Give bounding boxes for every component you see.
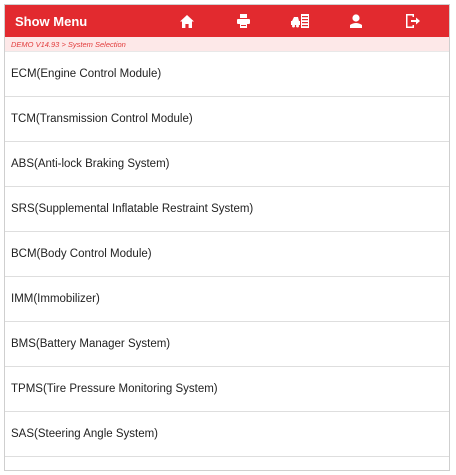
list-item-tcm[interactable]: TCM(Transmission Control Module)	[5, 97, 449, 142]
exit-icon[interactable]	[393, 5, 433, 37]
top-toolbar: Show Menu	[5, 5, 449, 37]
list-item-tpms[interactable]: TPMS(Tire Pressure Monitoring System)	[5, 367, 449, 412]
home-icon[interactable]	[167, 5, 207, 37]
list-item-imm[interactable]: IMM(Immobilizer)	[5, 277, 449, 322]
app-frame: Show Menu DEMO V14.93 > System Selection…	[4, 4, 450, 471]
vehicle-info-icon[interactable]	[280, 5, 320, 37]
list-item-bcm[interactable]: BCM(Body Control Module)	[5, 232, 449, 277]
list-item-srs[interactable]: SRS(Supplemental Inflatable Restraint Sy…	[5, 187, 449, 232]
list-item-abs[interactable]: ABS(Anti-lock Braking System)	[5, 142, 449, 187]
toolbar-icons	[159, 5, 449, 37]
list-item-sas[interactable]: SAS(Steering Angle System)	[5, 412, 449, 457]
user-icon[interactable]	[336, 5, 376, 37]
breadcrumb: DEMO V14.93 > System Selection	[5, 37, 449, 52]
list-item-ecm[interactable]: ECM(Engine Control Module)	[5, 52, 449, 97]
show-menu-button[interactable]: Show Menu	[5, 14, 159, 29]
list-item-bms[interactable]: BMS(Battery Manager System)	[5, 322, 449, 367]
print-icon[interactable]	[224, 5, 264, 37]
system-list: ECM(Engine Control Module) TCM(Transmiss…	[5, 52, 449, 457]
